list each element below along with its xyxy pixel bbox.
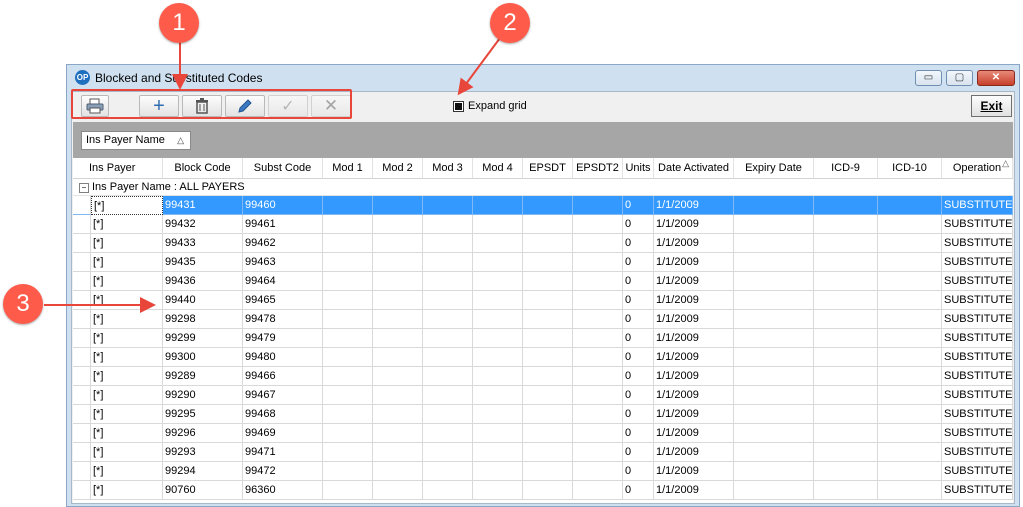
callout-3: 3 [3, 284, 43, 324]
callout-1: 1 [159, 3, 199, 43]
callout-2: 2 [490, 3, 530, 43]
annotation-arrows [44, 37, 501, 313]
arrow-2 [457, 37, 501, 96]
